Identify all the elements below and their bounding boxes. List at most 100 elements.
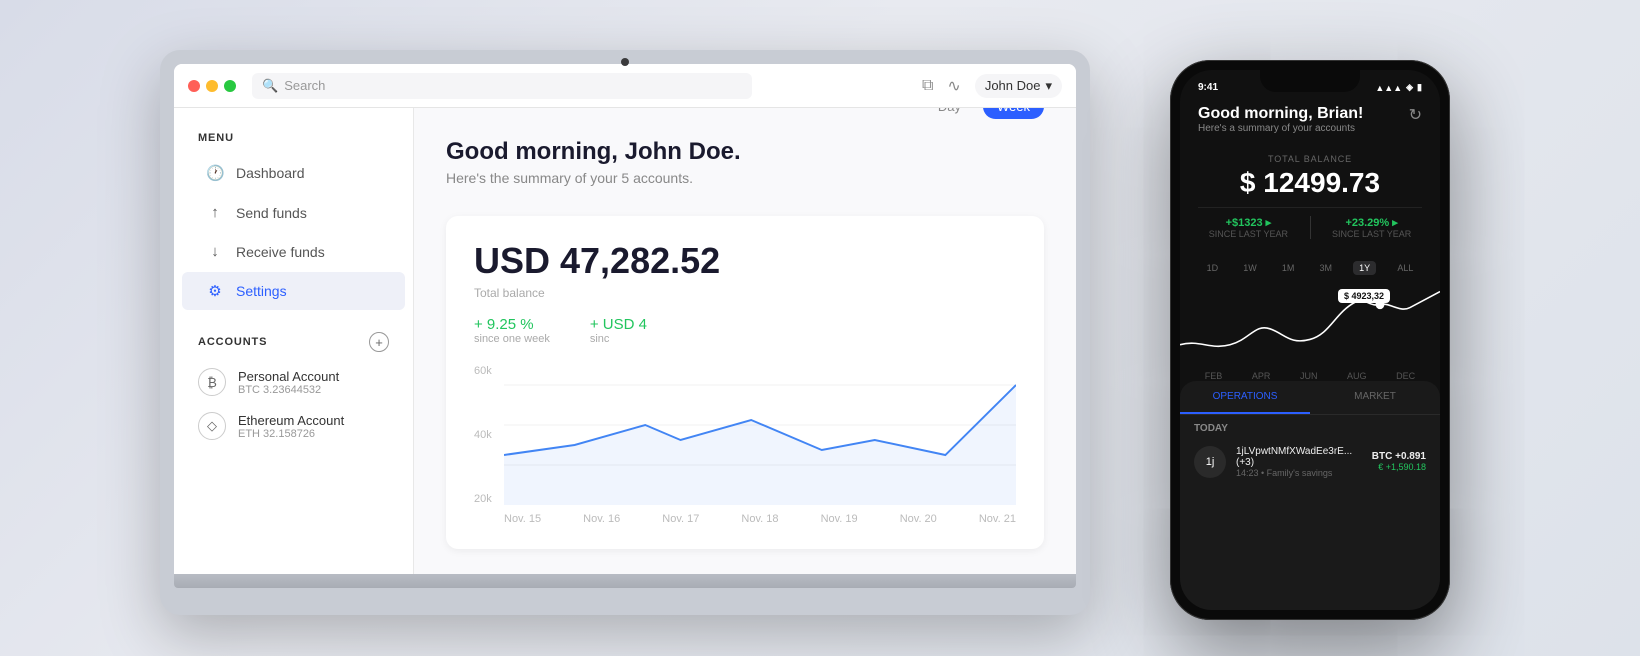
user-badge[interactable]: John Doe ▾ xyxy=(975,74,1062,98)
op-sub: 14:23 • Family's savings xyxy=(1236,468,1362,478)
main-content: Day Week Good morning, John Doe. Here's … xyxy=(414,108,1076,574)
sidebar-item-receive-funds[interactable]: ↓ Receive funds xyxy=(182,233,405,270)
settings-label: Settings xyxy=(236,283,287,299)
status-icons: ▲▲▲ ◈ ▮ xyxy=(1375,82,1422,93)
maximize-button[interactable] xyxy=(224,80,236,92)
phone: 9:41 ▲▲▲ ◈ ▮ Good morning, Brian! Here's… xyxy=(1170,60,1450,620)
stat-percent-lbl: since one week xyxy=(474,333,550,345)
stat-amount: + USD 4 sinc xyxy=(590,316,647,345)
title-bar-actions: ⧉ ∿ John Doe ▾ xyxy=(922,74,1062,98)
clipboard-icon[interactable]: ⧉ xyxy=(922,77,933,95)
account-item-ethereum[interactable]: ◇ Ethereum Account ETH 32.158726 xyxy=(174,404,413,448)
phone-stat-amount: +$1323 ▸ SINCE LAST YEAR xyxy=(1209,216,1288,239)
x-label-7: Nov. 21 xyxy=(979,513,1016,525)
phone-balance: $ 12499.73 xyxy=(1198,168,1422,199)
x-label-5: Nov. 19 xyxy=(821,513,858,525)
username: John Doe xyxy=(985,78,1041,93)
x-label-1: Nov. 15 xyxy=(504,513,541,525)
window-controls xyxy=(188,80,236,92)
chart-x-jun: JUN xyxy=(1300,371,1318,381)
y-label-40k: 40k xyxy=(474,429,492,441)
wifi-icon: ◈ xyxy=(1406,82,1413,93)
op-name: 1jLVpwtNMfXWadEe3rE...(+3) xyxy=(1236,446,1362,468)
chart-x-dec: DEC xyxy=(1396,371,1415,381)
accounts-label: ACCOUNTS xyxy=(198,336,267,348)
search-bar[interactable]: 🔍 Search xyxy=(252,73,752,99)
tab-operations[interactable]: OPERATIONS xyxy=(1180,381,1310,414)
search-placeholder: Search xyxy=(284,78,325,93)
arrow-down-icon: ↓ xyxy=(206,243,224,260)
laptop-screen: 🔍 Search ⧉ ∿ John Doe ▾ MENU xyxy=(174,64,1076,574)
accounts-header: ACCOUNTS + xyxy=(174,312,413,360)
phone-chart: $ 4923,32 FEB APR JUN AUG DEC xyxy=(1180,281,1440,381)
chart-svg xyxy=(504,365,1016,505)
phone-subtitle: Here's a summary of your accounts xyxy=(1198,123,1363,134)
account-name-ethereum: Ethereum Account xyxy=(238,413,344,428)
sidebar: MENU 🕐 Dashboard ↑ Send funds ↓ Receive … xyxy=(174,108,414,574)
chart-x-apr: APR xyxy=(1252,371,1271,381)
activity-icon[interactable]: ∿ xyxy=(947,76,960,96)
x-label-2: Nov. 16 xyxy=(583,513,620,525)
greeting: Good morning, John Doe. xyxy=(446,138,1044,166)
chart-btn-1m[interactable]: 1M xyxy=(1278,261,1299,275)
phone-time: 9:41 xyxy=(1198,82,1218,93)
chart-x-aug: AUG xyxy=(1347,371,1367,381)
chart-area: 60k 40k 20k xyxy=(474,365,1016,525)
account-item-personal[interactable]: ₿ Personal Account BTC 3.23644532 xyxy=(174,360,413,404)
chart-btn-1d[interactable]: 1D xyxy=(1203,261,1223,275)
chart-btn-1y[interactable]: 1Y xyxy=(1353,261,1376,275)
sidebar-item-settings[interactable]: ⚙ Settings xyxy=(182,272,405,310)
op-amount: BTC +0.891 € +1,590.18 xyxy=(1372,451,1426,472)
account-name-personal: Personal Account xyxy=(238,369,339,384)
balance-main: USD 47,282.52 xyxy=(474,240,1016,282)
phone-stats-row: +$1323 ▸ SINCE LAST YEAR +23.29% ▸ SINCE… xyxy=(1198,207,1422,239)
chart-btn-1w[interactable]: 1W xyxy=(1239,261,1261,275)
app-layout: MENU 🕐 Dashboard ↑ Send funds ↓ Receive … xyxy=(174,108,1076,574)
balance-label: Total balance xyxy=(474,286,1016,300)
account-info-personal: Personal Account BTC 3.23644532 xyxy=(238,369,339,396)
x-label-3: Nov. 17 xyxy=(662,513,699,525)
subgreeting: Here's the summary of your 5 accounts. xyxy=(446,170,1044,186)
balance-card: USD 47,282.52 Total balance + 9.25 % sin… xyxy=(446,216,1044,549)
account-sub-ethereum: ETH 32.158726 xyxy=(238,428,344,440)
week-button[interactable]: Week xyxy=(983,108,1044,119)
chevron-down-icon: ▾ xyxy=(1045,78,1052,94)
phone-screen: 9:41 ▲▲▲ ◈ ▮ Good morning, Brian! Here's… xyxy=(1180,70,1440,610)
clock-icon: 🕐 xyxy=(206,164,224,182)
chart-tooltip: $ 4923,32 xyxy=(1338,289,1390,303)
gear-icon: ⚙ xyxy=(206,282,224,300)
send-funds-label: Send funds xyxy=(236,205,307,221)
arrow-up-icon: ↑ xyxy=(206,204,224,221)
x-label-4: Nov. 18 xyxy=(741,513,778,525)
chart-x-labels: Nov. 15 Nov. 16 Nov. 17 Nov. 18 Nov. 19 … xyxy=(504,513,1016,525)
search-icon: 🔍 xyxy=(262,78,278,94)
dashboard-label: Dashboard xyxy=(236,165,305,181)
close-button[interactable] xyxy=(188,80,200,92)
phone-operations: OPERATIONS MARKET TODAY 1j 1jLVpwtNMfXWa… xyxy=(1180,381,1440,610)
balance-stats: + 9.25 % since one week + USD 4 sinc xyxy=(474,316,1016,345)
refresh-icon[interactable]: ↻ xyxy=(1409,105,1422,125)
chart-btn-all[interactable]: ALL xyxy=(1393,261,1417,275)
y-label-20k: 20k xyxy=(474,493,492,505)
phone-greeting: Good morning, Brian! xyxy=(1198,105,1363,123)
ethereum-icon: ◇ xyxy=(198,412,226,440)
chart-y-labels: 60k 40k 20k xyxy=(474,365,492,525)
sidebar-item-send-funds[interactable]: ↑ Send funds xyxy=(182,194,405,231)
day-button[interactable]: Day xyxy=(924,108,975,119)
op-currency: BTC +0.891 xyxy=(1372,451,1426,462)
sidebar-item-dashboard[interactable]: 🕐 Dashboard xyxy=(182,154,405,192)
minimize-button[interactable] xyxy=(206,80,218,92)
op-info: 1jLVpwtNMfXWadEe3rE...(+3) 14:23 • Famil… xyxy=(1236,446,1362,478)
phone-notch xyxy=(1260,70,1360,92)
operation-item[interactable]: 1j 1jLVpwtNMfXWadEe3rE...(+3) 14:23 • Fa… xyxy=(1180,438,1440,486)
tab-market[interactable]: MARKET xyxy=(1310,381,1440,414)
receive-funds-label: Receive funds xyxy=(236,244,325,260)
phone-balance-section: TOTAL BALANCE $ 12499.73 +$1323 ▸ SINCE … xyxy=(1180,146,1440,255)
chart-time-row: 1D 1W 1M 3M 1Y ALL xyxy=(1180,255,1440,281)
phone-stat-percent-lbl: SINCE LAST YEAR xyxy=(1332,229,1411,239)
chart-btn-3m[interactable]: 3M xyxy=(1316,261,1337,275)
add-account-button[interactable]: + xyxy=(369,332,389,352)
phone-stat-percent-val: +23.29% ▸ xyxy=(1332,216,1411,229)
stat-percent: + 9.25 % since one week xyxy=(474,316,550,345)
stat-amount-lbl: sinc xyxy=(590,333,647,345)
